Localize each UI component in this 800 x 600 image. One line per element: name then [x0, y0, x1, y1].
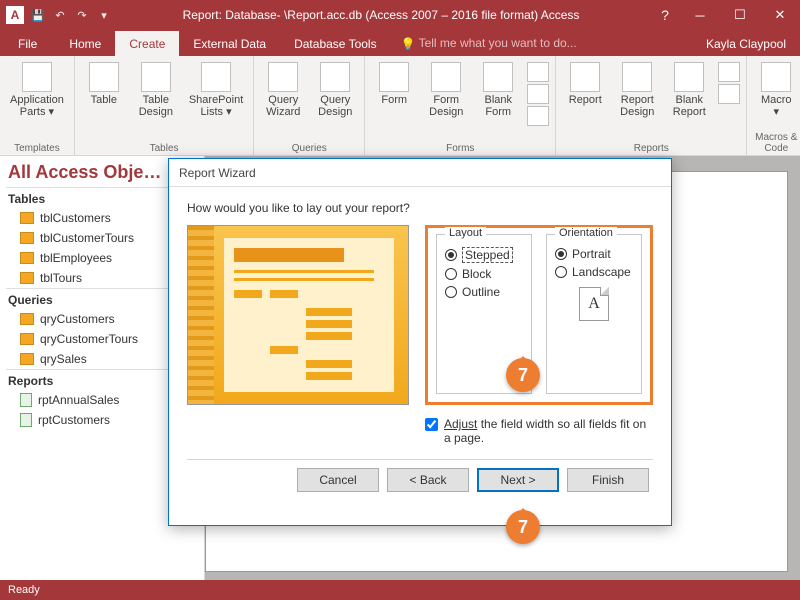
report-button[interactable]: Report [562, 60, 608, 142]
finish-button[interactable]: Finish [567, 468, 649, 492]
help-button[interactable]: ? [650, 7, 680, 23]
radio-landscape[interactable]: Landscape [555, 263, 633, 281]
form-design-button[interactable]: FormDesign [423, 60, 469, 142]
layout-preview [187, 225, 409, 405]
status-bar: Ready [0, 580, 800, 600]
report-design-button[interactable]: ReportDesign [614, 60, 660, 142]
redo-icon[interactable]: ↷ [74, 7, 90, 23]
group-tables: Tables [150, 142, 179, 154]
query-wizard-button[interactable]: QueryWizard [260, 60, 306, 142]
query-design-button[interactable]: QueryDesign [312, 60, 358, 142]
query-icon [20, 313, 34, 325]
callout-badge-options: 7 [506, 358, 540, 392]
qat-dropdown-icon[interactable]: ▾ [96, 7, 112, 23]
blank-form-button[interactable]: BlankForm [475, 60, 521, 142]
orientation-fieldset: Orientation Portrait Landscape A [546, 234, 642, 394]
title-bar: A 💾 ↶ ↷ ▾ Report: Database- \Report.acc.… [0, 0, 800, 30]
report-icon [20, 413, 32, 427]
undo-icon[interactable]: ↶ [52, 7, 68, 23]
tab-file[interactable]: File [0, 31, 55, 56]
next-button[interactable]: Next > [477, 468, 559, 492]
ribbon-tabs: File Home Create External Data Database … [0, 30, 800, 56]
group-templates: Templates [14, 142, 60, 154]
close-button[interactable]: ✕ [760, 0, 800, 30]
maximize-button[interactable]: ☐ [720, 0, 760, 30]
query-icon [20, 353, 34, 365]
lightbulb-icon: 💡 [401, 37, 413, 49]
radio-block[interactable]: Block [445, 265, 523, 283]
user-name[interactable]: Kayla Claypool [692, 37, 800, 56]
table-icon [20, 252, 34, 264]
app-icon: A [6, 6, 24, 24]
minimize-button[interactable]: ─ [680, 0, 720, 30]
table-icon [20, 272, 34, 284]
ribbon: ApplicationParts ▾ Templates Table Table… [0, 56, 800, 156]
table-button[interactable]: Table [81, 60, 127, 142]
radio-stepped[interactable]: Stepped [445, 245, 523, 265]
report-wizard-dialog: Report Wizard How would you like to lay … [168, 158, 672, 526]
tab-database-tools[interactable]: Database Tools [280, 31, 391, 56]
report-icon [20, 393, 32, 407]
status-text: Ready [8, 584, 40, 596]
adjust-width-checkbox[interactable]: Adjust the field width so all fields fit… [187, 405, 653, 451]
forms-more[interactable] [527, 60, 549, 142]
macro-button[interactable]: Macro▾ [753, 60, 799, 131]
tab-home[interactable]: Home [55, 31, 115, 56]
cancel-button[interactable]: Cancel [297, 468, 379, 492]
tab-create[interactable]: Create [115, 31, 179, 56]
back-button[interactable]: < Back [387, 468, 469, 492]
group-macros: Macros & Code [753, 131, 799, 154]
group-forms: Forms [446, 142, 474, 154]
application-parts-button[interactable]: ApplicationParts ▾ [6, 60, 68, 142]
sharepoint-lists-button[interactable]: SharePointLists ▾ [185, 60, 247, 142]
radio-portrait[interactable]: Portrait [555, 245, 633, 263]
table-design-button[interactable]: TableDesign [133, 60, 179, 142]
query-icon [20, 333, 34, 345]
group-reports: Reports [634, 142, 669, 154]
dialog-title: Report Wizard [169, 159, 671, 187]
callout-badge-next: 7 [506, 510, 540, 544]
radio-outline[interactable]: Outline [445, 283, 523, 301]
group-queries: Queries [292, 142, 327, 154]
window-title: Report: Database- \Report.acc.db (Access… [112, 8, 650, 22]
tell-me-search[interactable]: 💡 Tell me what you want to do... [391, 30, 692, 56]
reports-more[interactable] [718, 60, 740, 142]
table-icon [20, 232, 34, 244]
orientation-preview-icon: A [579, 287, 609, 321]
form-button[interactable]: Form [371, 60, 417, 142]
tab-external-data[interactable]: External Data [179, 31, 280, 56]
table-icon [20, 212, 34, 224]
adjust-width-input[interactable] [425, 418, 438, 431]
dialog-question: How would you like to lay out your repor… [187, 201, 653, 215]
blank-report-button[interactable]: BlankReport [666, 60, 712, 142]
save-icon[interactable]: 💾 [30, 7, 46, 23]
